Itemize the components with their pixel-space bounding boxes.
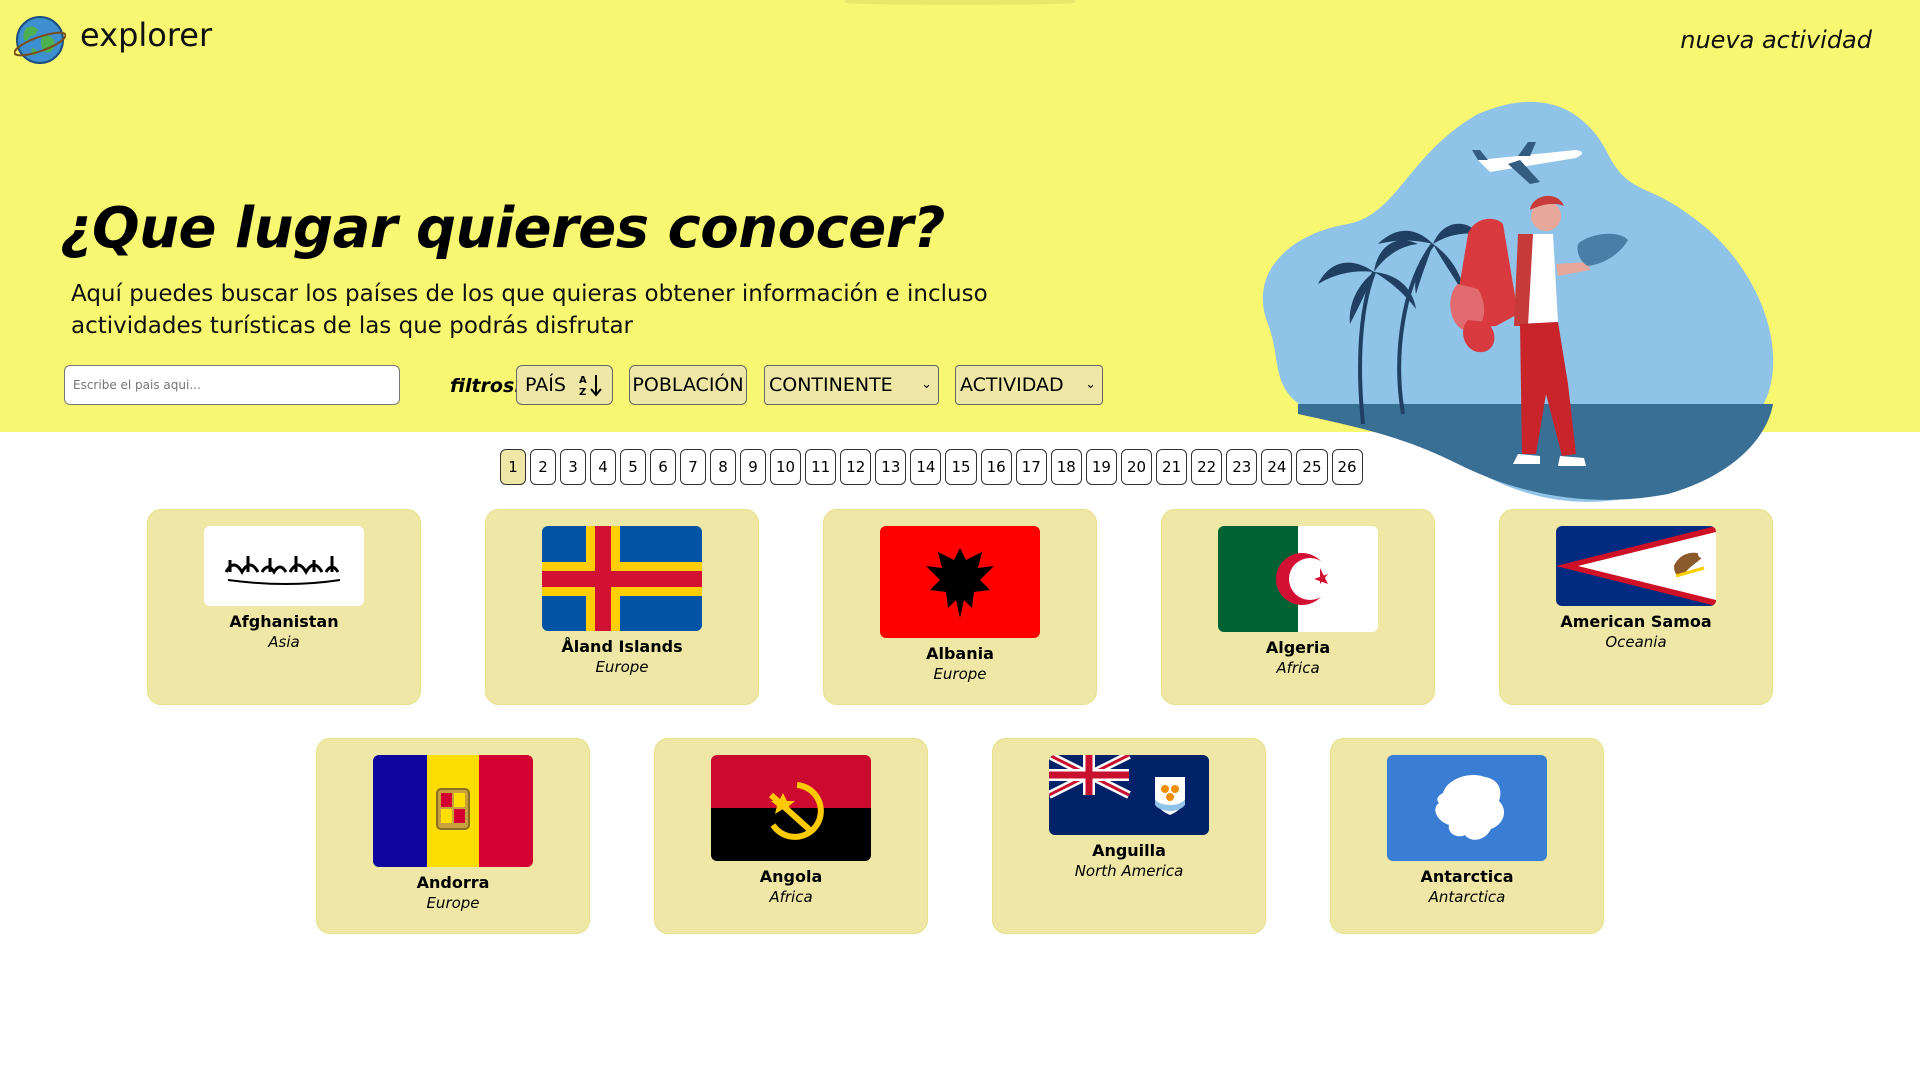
country-name: Andorra (416, 873, 490, 892)
country-card-angola[interactable]: Angola Africa (654, 738, 928, 934)
aland-flag-icon (542, 526, 702, 631)
page-button-25[interactable]: 25 (1296, 449, 1328, 485)
page-button-17[interactable]: 17 (1015, 449, 1047, 485)
country-name: Angola (759, 867, 823, 886)
page-button-9[interactable]: 9 (740, 449, 766, 485)
andorra-flag-icon (373, 755, 533, 867)
page-button-14[interactable]: 14 (910, 449, 942, 485)
antarctica-flag-icon (1387, 755, 1547, 861)
page-button-22[interactable]: 22 (1191, 449, 1223, 485)
chevron-down-icon: ⌄ (921, 377, 932, 392)
country-card-american-samoa[interactable]: American Samoa Oceania (1499, 509, 1773, 705)
page-button-23[interactable]: 23 (1226, 449, 1258, 485)
country-card-aland-islands[interactable]: Åland Islands Europe (485, 509, 759, 705)
country-card-algeria[interactable]: Algeria Africa (1161, 509, 1435, 705)
activity-select[interactable]: ACTIVIDAD ⌄ (955, 365, 1103, 405)
continent-select[interactable]: CONTINENTE ⌄ (764, 365, 939, 405)
page-button-16[interactable]: 16 (980, 449, 1012, 485)
country-card-anguilla[interactable]: Anguilla North America (992, 738, 1266, 934)
page-button-19[interactable]: 19 (1085, 449, 1117, 485)
sort-population-button[interactable]: POBLACIÓN (629, 365, 747, 405)
country-continent: Oceania (1605, 633, 1667, 651)
continent-select-value: CONTINENTE (769, 374, 893, 396)
page-button-24[interactable]: 24 (1261, 449, 1293, 485)
albania-flag-icon (880, 526, 1040, 638)
pagination: 1 2 3 4 5 6 7 8 9 10 11 12 13 14 15 16 17 18 19 20 21 22 23 24 2… (500, 449, 1363, 485)
sort-country-label: PAÍS (525, 374, 566, 396)
page-button-15[interactable]: 15 (945, 449, 977, 485)
american-samoa-flag-icon (1556, 526, 1716, 606)
page-button-21[interactable]: 21 (1156, 449, 1188, 485)
country-card-antarctica[interactable]: Antarctica Antarctica (1330, 738, 1604, 934)
country-name: Anguilla (1092, 841, 1166, 860)
country-continent: Africa (1276, 659, 1320, 677)
page-button-8[interactable]: 8 (710, 449, 736, 485)
country-name: Albania (926, 644, 994, 663)
country-search-input[interactable] (64, 365, 400, 405)
country-continent: Asia (268, 633, 300, 651)
page-button-2[interactable]: 2 (530, 449, 556, 485)
top-shadow (845, 0, 1075, 5)
new-activity-link[interactable]: nueva actividad (1680, 26, 1872, 54)
sort-az-icon: A Z (579, 375, 602, 398)
country-continent: Antarctica (1428, 888, 1506, 906)
page-button-12[interactable]: 12 (840, 449, 872, 485)
country-continent: Europe (426, 894, 480, 912)
page-title: ¿Que lugar quieres conocer? (60, 196, 945, 261)
page-subtitle: Aquí puedes buscar los países de los que… (71, 281, 988, 339)
page-button-26[interactable]: 26 (1331, 449, 1363, 485)
sort-population-label: POBLACIÓN (632, 374, 744, 396)
afghanistan-flag-icon (204, 526, 364, 606)
page-button-18[interactable]: 18 (1050, 449, 1082, 485)
country-continent: Europe (933, 665, 987, 683)
country-name: American Samoa (1560, 612, 1712, 631)
page-button-11[interactable]: 11 (805, 449, 837, 485)
svg-text:Z: Z (579, 387, 586, 398)
page-button-6[interactable]: 6 (650, 449, 676, 485)
page-button-13[interactable]: 13 (875, 449, 907, 485)
page-button-3[interactable]: 3 (560, 449, 586, 485)
country-continent: Europe (595, 658, 649, 676)
page-button-1[interactable]: 1 (500, 449, 526, 485)
page-button-10[interactable]: 10 (770, 449, 802, 485)
country-card-albania[interactable]: Albania Europe (823, 509, 1097, 705)
chevron-down-icon: ⌄ (1085, 377, 1096, 392)
algeria-flag-icon (1218, 526, 1378, 632)
country-continent: Africa (769, 888, 813, 906)
activity-select-value: ACTIVIDAD (960, 374, 1064, 396)
page-button-4[interactable]: 4 (590, 449, 616, 485)
sort-country-button[interactable]: PAÍS A Z (516, 365, 613, 405)
country-card-andorra[interactable]: Andorra Europe (316, 738, 590, 934)
traveler-illustration (1262, 101, 1774, 502)
angola-flag-icon (711, 755, 871, 861)
country-name: Algeria (1265, 638, 1331, 657)
svg-text:A: A (579, 375, 587, 386)
country-name: Antarctica (1420, 867, 1514, 886)
country-name: Åland Islands (561, 637, 683, 656)
globe-logo-icon[interactable] (14, 14, 66, 66)
page-button-5[interactable]: 5 (620, 449, 646, 485)
country-continent: North America (1074, 862, 1184, 880)
anguilla-flag-icon (1049, 755, 1209, 835)
country-name: Afghanistan (229, 612, 339, 631)
page-button-7[interactable]: 7 (680, 449, 706, 485)
page-button-20[interactable]: 20 (1120, 449, 1153, 485)
filters-label: filtros: (450, 375, 522, 397)
country-card-afghanistan[interactable]: Afghanistan Asia (147, 509, 421, 705)
brand-name[interactable]: explorer (80, 16, 212, 54)
